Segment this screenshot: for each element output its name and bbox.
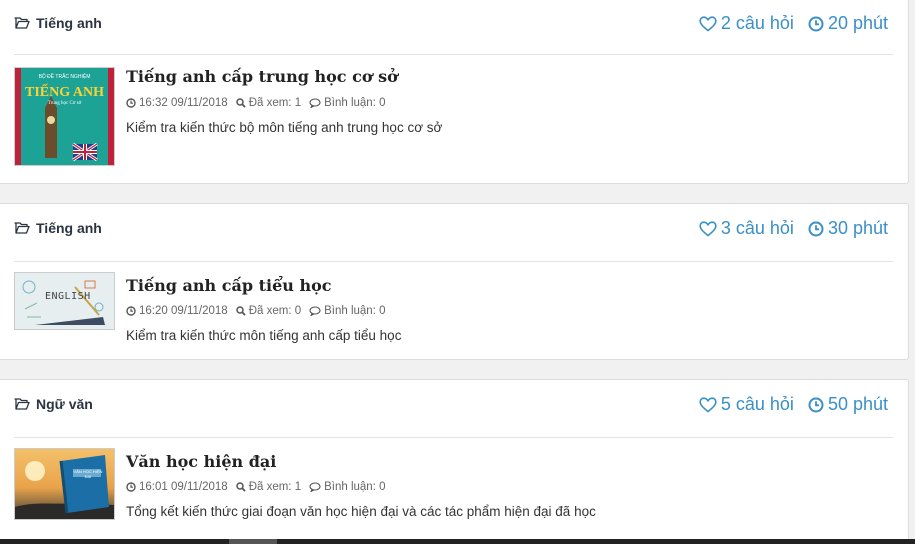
duration: 50 phút	[808, 394, 888, 415]
duration: 20 phút	[808, 13, 888, 34]
exam-time: 16:01 09/11/2018	[126, 481, 228, 493]
exam-views-label: Đã xem: 1	[248, 97, 302, 109]
comment-icon	[309, 482, 321, 492]
exam-card: Tiếng anh 2 câu hỏi 20 phút BỘ ĐỀ TRẮC N…	[0, 0, 909, 184]
question-count-label: 2 câu hỏi	[720, 13, 794, 33]
question-count-label: 5 câu hỏi	[720, 394, 794, 414]
exam-summary: 3 câu hỏi 30 phút	[685, 218, 888, 239]
exam-time-label: 16:20 09/11/2018	[139, 305, 228, 317]
exam-time-label: 16:32 09/11/2018	[139, 97, 228, 109]
exam-comments: Bình luận: 0	[309, 97, 386, 109]
question-count-label: 3 câu hỏi	[720, 218, 794, 238]
category-link[interactable]: Tiếng anh	[14, 220, 102, 236]
comment-icon	[309, 306, 321, 316]
exam-views-label: Đã xem: 0	[248, 305, 302, 317]
exam-comments: Bình luận: 0	[309, 481, 386, 493]
divider	[14, 437, 893, 438]
exam-stats: 16:20 09/11/2018 Đã xem: 0 Bình luận: 0	[126, 305, 394, 317]
exam-thumbnail[interactable]: ENGLISH	[14, 272, 115, 330]
duration: 30 phút	[808, 218, 888, 239]
exam-card-header: Tiếng anh 2 câu hỏi 20 phút	[0, 0, 908, 55]
exam-summary: 5 câu hỏi 50 phút	[685, 394, 888, 415]
heart-icon	[699, 15, 717, 32]
search-icon	[235, 482, 246, 492]
thumbnail-book-title: VĂN HỌC HIỆN ĐẠI	[73, 469, 103, 479]
duration-label: 30 phút	[827, 218, 888, 238]
exam-comments-label: Bình luận: 0	[324, 481, 386, 493]
heart-icon	[699, 396, 717, 413]
question-count: 2 câu hỏi	[699, 13, 794, 34]
clock-icon	[808, 16, 824, 31]
exam-card: Ngữ văn 5 câu hỏi 50 phút VĂN HỌC HIỆN Đ…	[0, 379, 909, 544]
exam-time: 16:32 09/11/2018	[126, 97, 228, 109]
category-link[interactable]: Tiếng anh	[14, 15, 102, 31]
category-label: Tiếng anh	[36, 220, 102, 236]
divider	[14, 54, 893, 55]
exam-description: Tổng kết kiến thức giai đoạn văn học hiệ…	[126, 504, 596, 519]
search-icon	[235, 98, 246, 108]
exam-views: Đã xem: 1	[235, 97, 302, 109]
heart-icon	[699, 220, 717, 237]
exam-views: Đã xem: 0	[235, 305, 302, 317]
exam-stats: 16:32 09/11/2018 Đã xem: 1 Bình luận: 0	[126, 97, 394, 109]
horizontal-scrollbar[interactable]	[0, 539, 915, 544]
question-count: 3 câu hỏi	[699, 218, 794, 239]
exam-card-header: Tiếng anh 3 câu hỏi 30 phút	[0, 204, 908, 260]
exam-views: Đã xem: 1	[235, 481, 302, 493]
thumbnail-top-line: BỘ ĐỀ TRẮC NGHIỆM	[38, 74, 91, 80]
exam-title[interactable]: Văn học hiện đại	[126, 452, 276, 471]
exam-comments: Bình luận: 0	[309, 305, 386, 317]
scrollbar-thumb[interactable]	[229, 539, 277, 544]
clock-icon	[126, 306, 136, 316]
category-label: Tiếng anh	[36, 15, 102, 31]
duration-label: 50 phút	[827, 394, 888, 414]
exam-description: Kiểm tra kiến thức bộ môn tiếng anh trun…	[126, 120, 443, 135]
duration-label: 20 phút	[827, 13, 888, 33]
comment-icon	[309, 98, 321, 108]
clock-icon	[808, 397, 824, 412]
category-link[interactable]: Ngữ văn	[14, 396, 93, 412]
thumbnail-word: ENGLISH	[45, 291, 91, 302]
category-label: Ngữ văn	[36, 396, 93, 412]
exam-title[interactable]: Tiếng anh cấp tiểu học	[126, 276, 332, 295]
exam-views-label: Đã xem: 1	[248, 481, 302, 493]
exam-title[interactable]: Tiếng anh cấp trung học cơ sở	[126, 67, 398, 86]
clock-icon	[126, 482, 136, 492]
clock-icon	[126, 98, 136, 108]
exam-thumbnail[interactable]: VĂN HỌC HIỆN ĐẠI	[14, 448, 115, 520]
exam-card: Tiếng anh 3 câu hỏi 30 phút ENGLISH Tiến…	[0, 203, 909, 360]
folder-open-icon	[14, 17, 30, 29]
exam-comments-label: Bình luận: 0	[324, 305, 386, 317]
folder-open-icon	[14, 222, 30, 234]
folder-open-icon	[14, 398, 30, 410]
exam-card-header: Ngữ văn 5 câu hỏi 50 phút	[0, 380, 908, 436]
question-count: 5 câu hỏi	[699, 394, 794, 415]
thumbnail-title: TIẾNG ANH	[25, 85, 104, 100]
exam-time: 16:20 09/11/2018	[126, 305, 228, 317]
exam-thumbnail[interactable]: BỘ ĐỀ TRẮC NGHIỆM TIẾNG ANH Trung học Cơ…	[14, 67, 115, 166]
exam-comments-label: Bình luận: 0	[324, 97, 386, 109]
exam-summary: 2 câu hỏi 20 phút	[685, 13, 888, 34]
thumbnail-subtitle: Trung học Cơ sở	[47, 101, 82, 106]
divider	[14, 261, 893, 262]
exam-description: Kiểm tra kiến thức môn tiếng anh cấp tiể…	[126, 328, 402, 343]
exam-stats: 16:01 09/11/2018 Đã xem: 1 Bình luận: 0	[126, 481, 394, 493]
exam-time-label: 16:01 09/11/2018	[139, 481, 228, 493]
clock-icon	[808, 221, 824, 236]
search-icon	[235, 306, 246, 316]
